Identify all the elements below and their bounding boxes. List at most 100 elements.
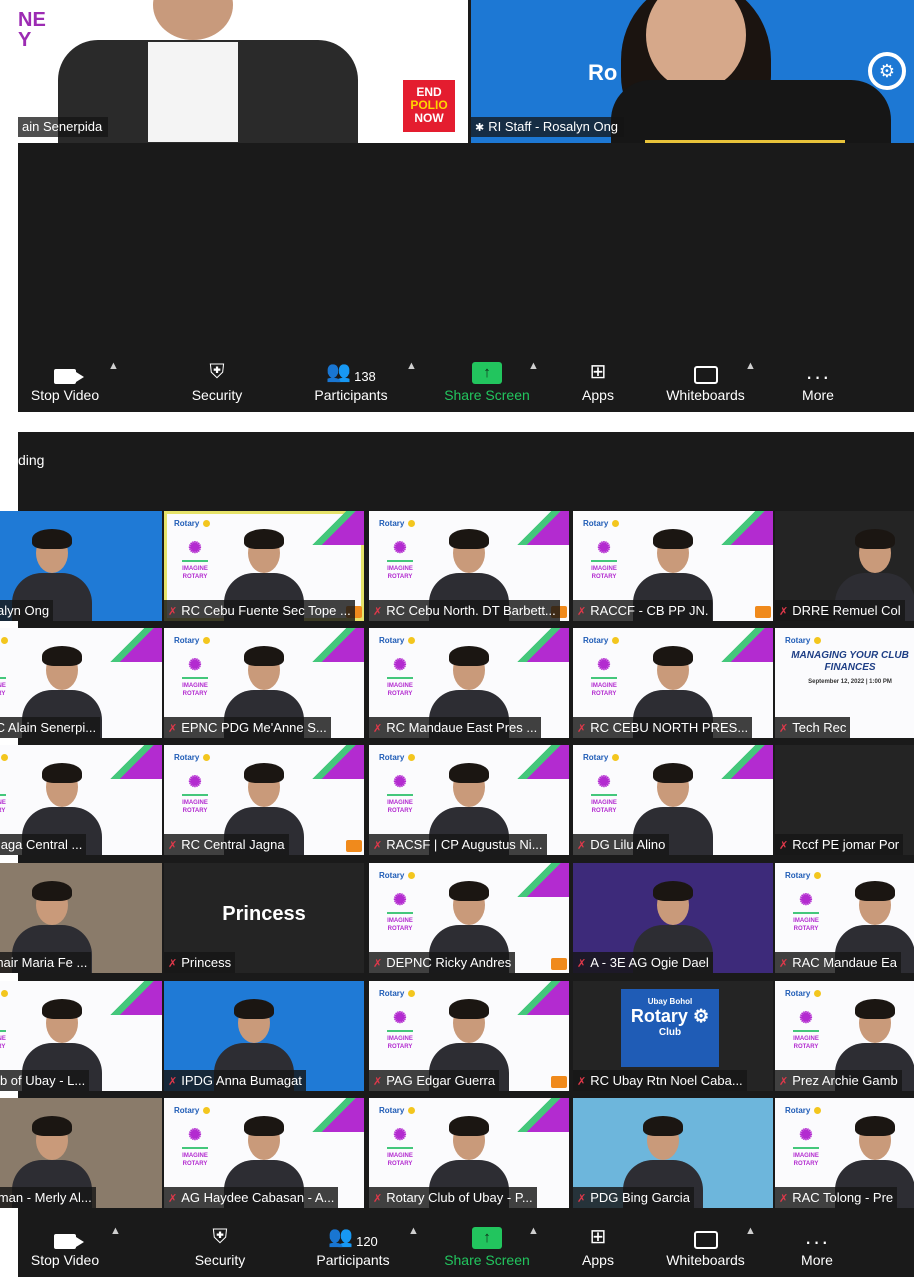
participant-name-label: ✗ PAG Edgar Guerra [369,1070,500,1091]
recording-indicator-icon [755,606,771,618]
share-caret-icon[interactable]: ▲ [528,1225,539,1237]
whiteboards-caret-icon[interactable]: ▲ [745,1225,756,1237]
meeting-toolbar: Stop Video ▲ ⛨ Security 👥 120 Participant… [18,1215,914,1277]
background-swoosh [304,511,364,545]
video-tile[interactable]: Rotary ✺ IMAGINE ROTARY ✗ Prez Archie Gamb [775,981,914,1091]
video-tile-right-speaker[interactable]: Ro ⚙ ✱ RI Staff - Rosalyn Ong [471,0,914,143]
security-button[interactable]: ⛨ Security [181,1215,259,1277]
video-tile[interactable]: ✗ Rccf PE jomar Por [775,745,914,855]
more-button[interactable]: ··· More [793,350,843,412]
video-tile[interactable]: Rotary ✺IMAGINEROTARY F DPC Alain Senerpi.… [0,628,162,738]
video-tile[interactable]: Rotary ✺ IMAGINE ROTARY ✗ RC Mandaue East Pre… [369,628,569,738]
participant-name: EPNC PDG Me'Anne S... [181,720,327,735]
apps-button[interactable]: ⊞ Apps [573,1215,623,1277]
video-tile[interactable]: Rotary ✺ IMAGINE ROTARY ✗ DG Lilu Alino [573,745,773,855]
participant-name: - Rosalyn Ong [0,603,50,618]
participant-name: RAC Mandaue Ea [792,955,897,970]
badge-text: Rotary ⚙ [630,1006,710,1026]
imagine-rotary-logo: ✺IMAGINEROTARY [591,540,617,580]
whiteboards-label: Whiteboards [666,1252,745,1268]
participant-name: DEPNC Ricky Andres [386,955,512,970]
video-tile[interactable]: Rotary ✺ IMAGINE ROTARY ✗ RC CEBU NORTH PRES.… [573,628,773,738]
share-screen-label: Share Screen [444,387,530,403]
whiteboards-caret-icon[interactable]: ▲ [745,360,756,372]
video-tile[interactable]: - Rosalyn Ong [0,511,162,621]
more-button[interactable]: ··· More [792,1215,842,1277]
whiteboards-button[interactable]: Whiteboards [658,1215,753,1277]
participant-name: RACCF - CB PP JN. [590,603,709,618]
participant-name-label: ✗ RC Cebu Fuente Sec Tope ... [164,600,355,621]
video-tile[interactable]: ✗ A - 3E AG Ogie Dael [573,863,773,973]
video-options-caret-icon[interactable]: ▲ [110,1225,121,1237]
stop-video-button[interactable]: Stop Video [28,350,102,412]
video-tile-left-speaker[interactable]: NE Y END POLIO NOW ain Senerpida [18,0,468,143]
share-screen-button[interactable]: ↑ Share Screen [438,1215,536,1277]
rotary-logo: Rotary [0,753,8,762]
video-tile[interactable]: Rotary ✺ IMAGINE ROTARY ✗ RC Cebu Fuente Sec … [164,511,364,621]
video-tile[interactable]: ✗ IPDG Anna Bumagat [164,981,364,1091]
rotary-logo: Rotary [0,636,8,645]
participant-name: Prez Archie Gamb [792,1073,898,1088]
video-tile[interactable]: Rotary ✺IMAGINEROTARY ebu Naga Central ... [0,745,162,855]
imagine-rotary-logo: ✺IMAGINEROTARY [182,657,208,697]
participant-name: ebu Naga Central ... [0,837,83,852]
video-tile[interactable]: Rotary ✺ IMAGINE ROTARY ✗ EPNC PDG Me'Anne S.… [164,628,364,738]
background-swoosh [509,1098,569,1132]
imagine-rotary-logo: ✺IMAGINEROTARY [0,775,8,815]
video-tile[interactable]: Rotary ✺ IMAGINE ROTARY ✗ PAG Edgar Guerra [369,981,569,1091]
video-tile[interactable]: Rotary ✺ IMAGINE ROTARY ✗ RAC Tolong - Pre [775,1098,914,1208]
meeting-toolbar: Stop Video ▲ ⛨ Security 👥 138 Participant… [18,350,914,412]
rotary-logo: Rotary [174,519,210,528]
muted-mic-icon: ✗ [577,606,587,618]
video-tile[interactable]: Rotary ✺ IMAGINE ROTARY ✗ RAC Mandaue Ea [775,863,914,973]
participant-name: ry Club of Ubay - L... [0,1073,86,1088]
participant-name: Catarman - Merly Al... [0,1190,92,1205]
video-tile[interactable]: Rotary ✺ IMAGINE ROTARY ✗ DEPNC Ricky Andres [369,863,569,973]
video-tile[interactable]: Rotary ✺ IMAGINE ROTARY ✗ RC Cebu North. DT B… [369,511,569,621]
video-tile[interactable]: ✗ PDG Bing Garcia [573,1098,773,1208]
video-tile[interactable]: Rotary ✺ IMAGINE ROTARY ✗ RACCF - CB PP JN. [573,511,773,621]
rotary-logo: Rotary [379,519,415,528]
muted-mic-icon: ✗ [168,606,178,618]
participants-button[interactable]: 👥 138 Participants [301,350,401,412]
muted-mic-icon: ✗ [779,840,789,852]
video-tile[interactable]: Rotary ✺IMAGINEROTARY ry Club of Ubay - L.… [0,981,162,1091]
muted-mic-icon: ✗ [168,958,178,970]
imagine-rotary-logo: ✺IMAGINEROTARY [387,657,413,697]
participant-name-label: Catarman - Merly Al... [0,1187,96,1208]
share-arrow-icon: ↑ [472,362,502,384]
video-tile[interactable]: Rotary ✺ IMAGINE ROTARY ✗ RC Central Jagna [164,745,364,855]
video-tile[interactable]: Rotary ✺ IMAGINE ROTARY ✗ RACSF | CP Augustus… [369,745,569,855]
participants-caret-icon[interactable]: ▲ [408,1225,419,1237]
video-tile[interactable]: Ubay Bohol Rotary ⚙ Club ✗ RC Ubay Rtn Noel … [573,981,773,1091]
apps-button[interactable]: ⊞ Apps [573,350,623,412]
video-tile[interactable]: Rotary ✺ IMAGINE ROTARY ✗ Rotary Club of Ubay… [369,1098,569,1208]
video-tile[interactable]: Rotary MANAGING YOUR CLUB FINANCES Septemb… [775,628,914,738]
muted-mic-icon: ✗ [373,840,383,852]
security-button[interactable]: ⛨ Security [178,350,256,412]
stop-video-button[interactable]: Stop Video [28,1215,102,1277]
video-tile[interactable]: Princess ✗ Princess [164,863,364,973]
shield-icon: ⛨ [209,361,225,383]
muted-mic-icon: ✗ [373,606,383,618]
background-swoosh [304,1098,364,1132]
host-pin-icon: ✱ [475,122,485,134]
participant-name-label: ✗ RC Cebu North. DT Barbett... [369,600,560,621]
video-tile[interactable]: Catarman - Merly Al... [0,1098,162,1208]
whiteboards-button[interactable]: Whiteboards [658,350,753,412]
participant-name-label: ✗ DRRE Remuel Col [775,600,905,621]
rotary-logo: Rotary [379,753,415,762]
video-tile[interactable]: Rotary ✺ IMAGINE ROTARY ✗ AG Haydee Cabasan -… [164,1098,364,1208]
participants-button[interactable]: 👥 120 Participants [303,1215,403,1277]
share-screen-button[interactable]: ↑ Share Screen [438,350,536,412]
background-swoosh [509,863,569,897]
video-tile[interactable]: RF Chair Maria Fe ... [0,863,162,973]
video-camera-icon [54,369,84,384]
share-caret-icon[interactable]: ▲ [528,360,539,372]
video-tile[interactable]: ✗ DRRE Remuel Col [775,511,914,621]
participant-name-label: ✗ RC Ubay Rtn Noel Caba... [573,1070,747,1091]
more-dots-icon: ··· [804,1229,830,1254]
participants-caret-icon[interactable]: ▲ [406,360,417,372]
participant-name-label: ✗ Rccf PE jomar Por [775,834,904,855]
video-options-caret-icon[interactable]: ▲ [108,360,119,372]
